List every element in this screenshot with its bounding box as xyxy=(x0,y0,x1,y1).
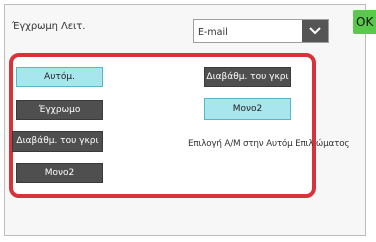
auto-bw-selection-label: Επιλογή Α/Μ στην Αυτόμ Επιλ ώματος xyxy=(188,139,350,149)
grayscale-button[interactable]: Διαβάθμ. του γκρι xyxy=(12,131,103,152)
destination-select-value: E-mail xyxy=(198,27,228,38)
mono2-button[interactable]: Μονο2 xyxy=(16,163,103,183)
auto-bw-grayscale-button[interactable]: Διαβάθμ. του γκρι xyxy=(204,67,291,87)
destination-dropdown-button[interactable] xyxy=(302,20,328,42)
page-title: Έγχρωμη Λειτ. xyxy=(12,21,86,32)
ok-button[interactable]: OK xyxy=(353,10,376,34)
auto-bw-mono2-button[interactable]: Μονο2 xyxy=(204,98,291,120)
chevron-down-icon xyxy=(309,27,321,35)
destination-select[interactable]: E-mail xyxy=(193,19,329,43)
full-color-button[interactable]: Έγχρωμο xyxy=(16,100,103,120)
auto-color-button[interactable]: Αυτόμ. xyxy=(16,67,103,87)
bottom-edge xyxy=(4,236,366,242)
color-mode-screen: Έγχρωμη Λειτ. E-mail OK Αυτόμ. Έγχρωμο Δ… xyxy=(0,0,376,242)
